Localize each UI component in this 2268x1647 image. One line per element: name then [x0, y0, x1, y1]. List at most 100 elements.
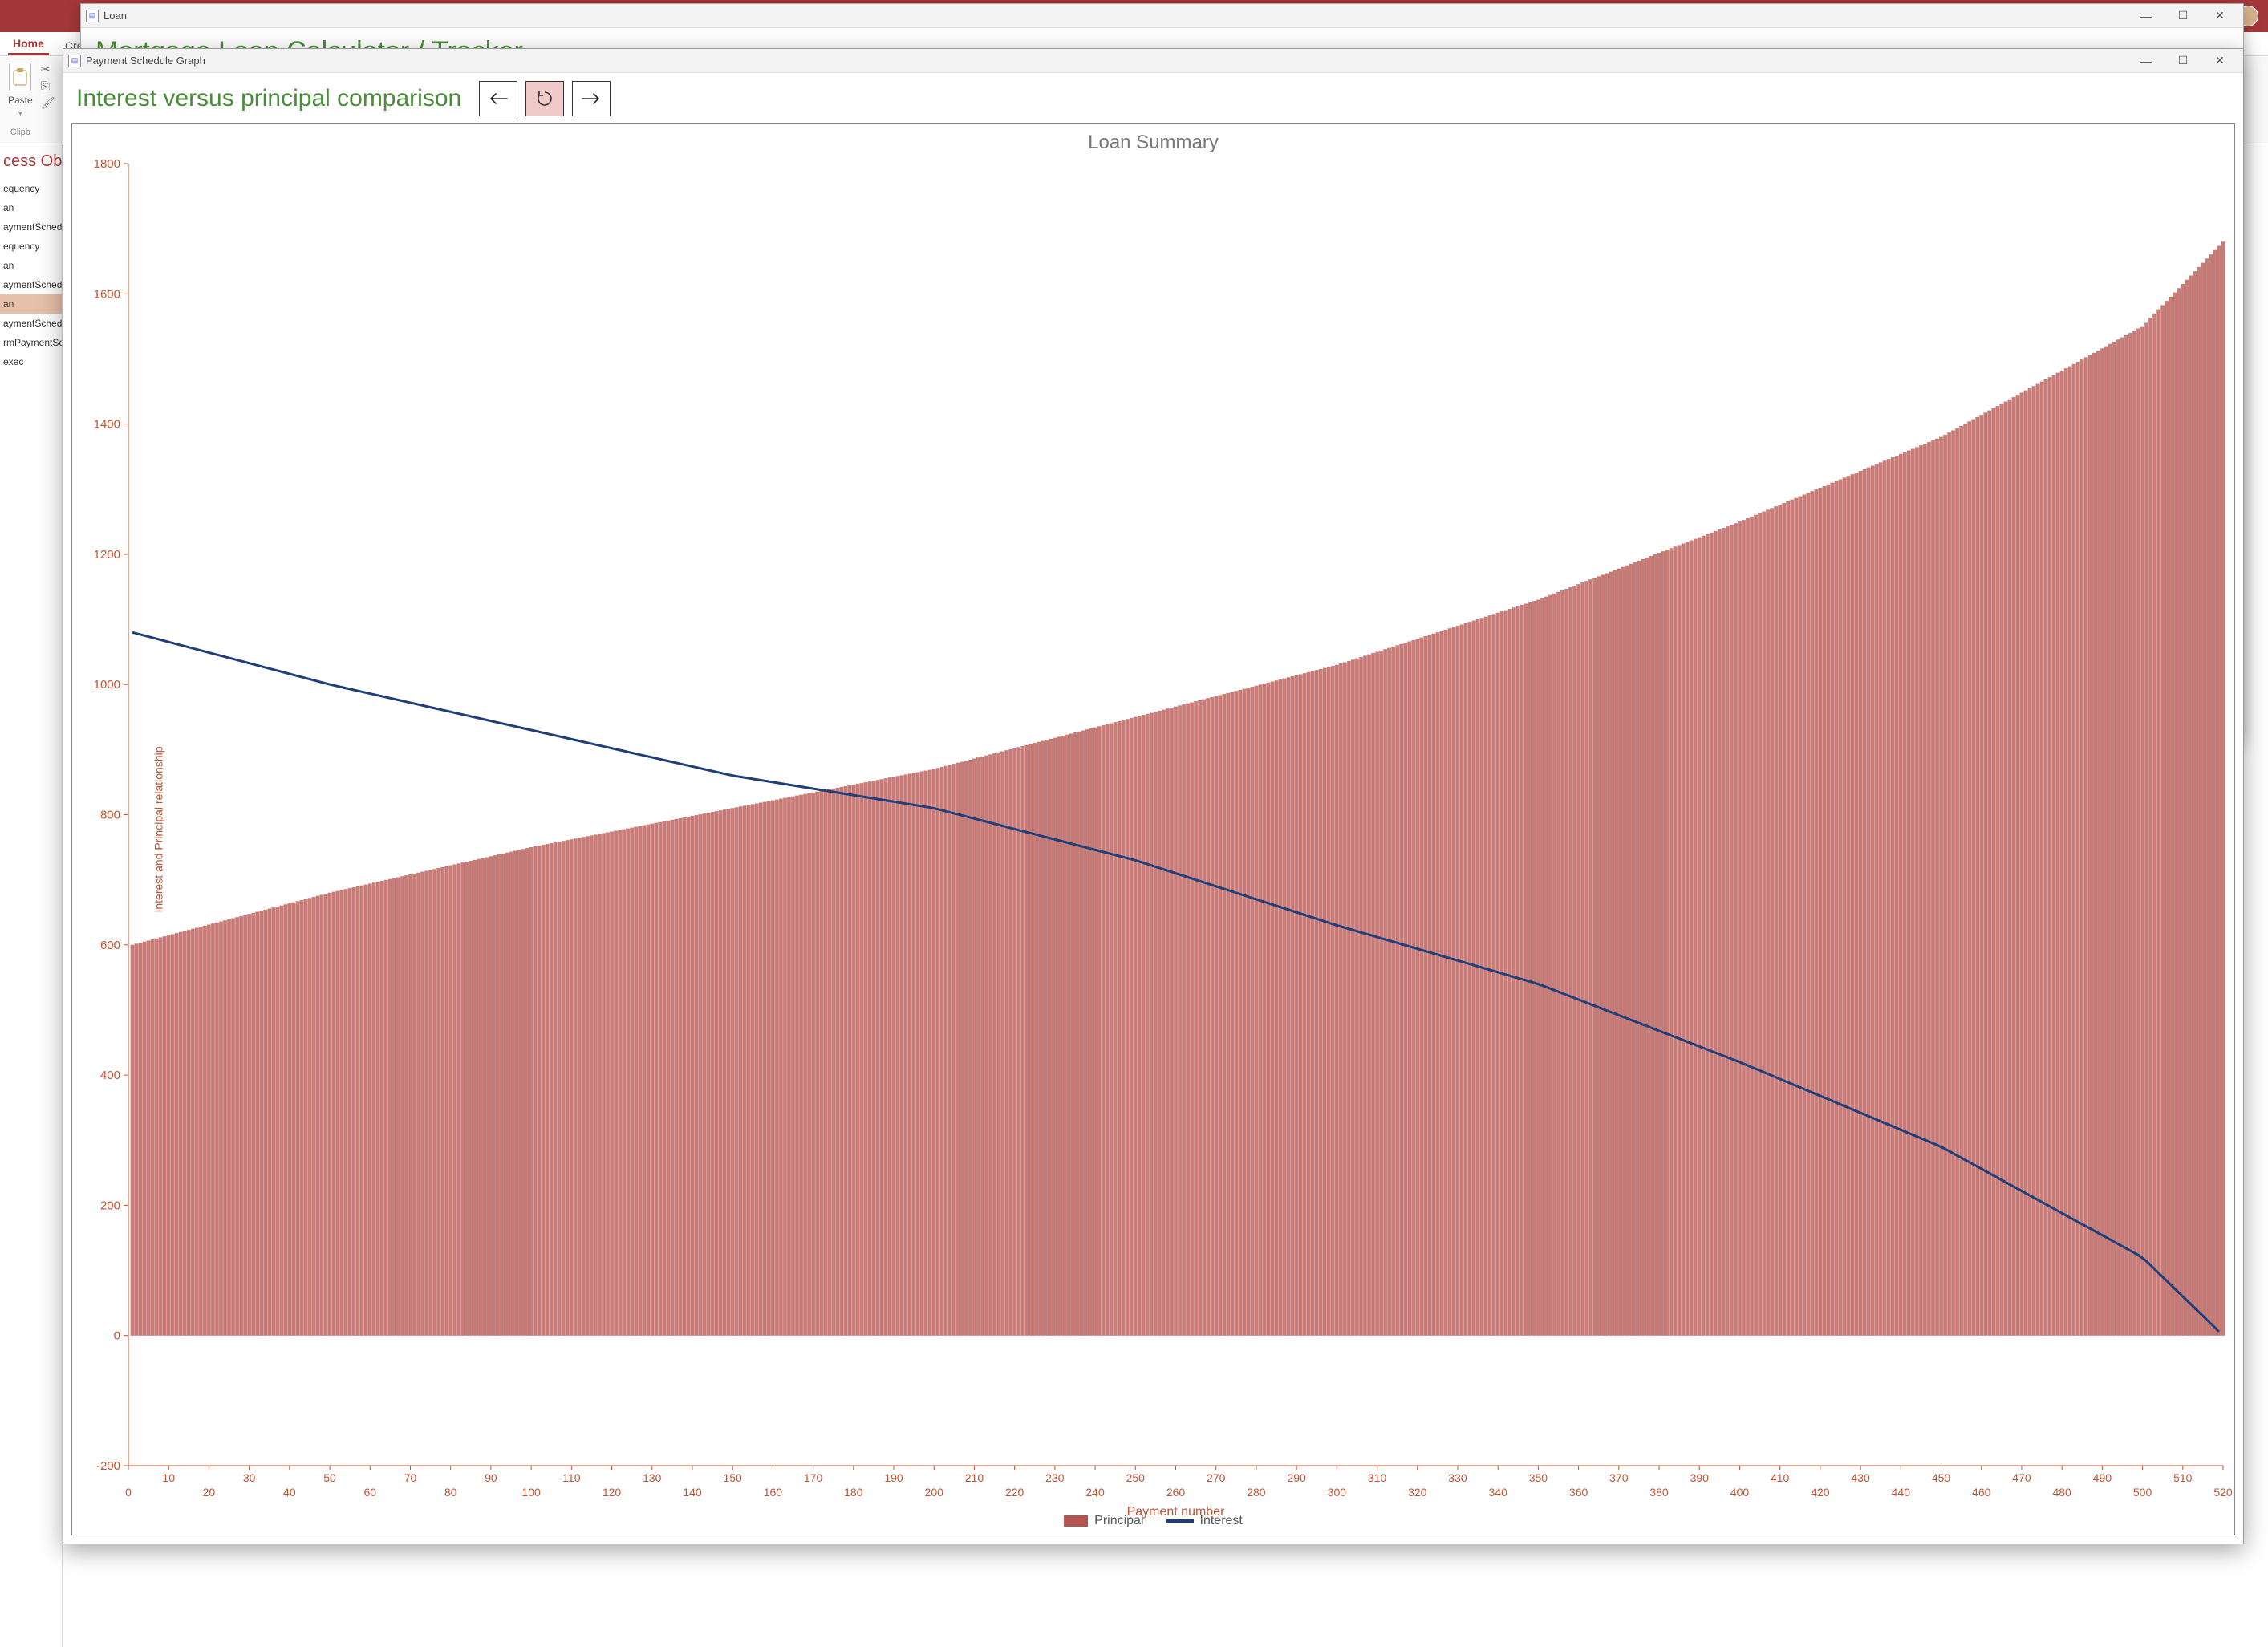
svg-text:170: 170: [804, 1471, 823, 1484]
close-button[interactable]: ✕: [2201, 50, 2238, 72]
maximize-button[interactable]: ☐: [2165, 50, 2201, 72]
svg-text:440: 440: [1892, 1486, 1911, 1499]
svg-text:120: 120: [603, 1486, 622, 1499]
chart-frame: Loan Summary Interest and Principal rela…: [71, 123, 2235, 1535]
svg-text:420: 420: [1811, 1486, 1830, 1499]
svg-text:230: 230: [1045, 1471, 1065, 1484]
svg-text:260: 260: [1166, 1486, 1186, 1499]
svg-text:50: 50: [323, 1471, 336, 1484]
form-icon: ▤: [86, 10, 99, 22]
copy-icon[interactable]: ⎘: [41, 79, 55, 93]
svg-text:290: 290: [1287, 1471, 1306, 1484]
nav-pane-title: cess Ob: [0, 149, 62, 179]
principal-swatch-icon: [1064, 1515, 1088, 1527]
svg-text:70: 70: [404, 1471, 417, 1484]
maximize-button[interactable]: ☐: [2165, 5, 2201, 27]
svg-text:130: 130: [643, 1471, 662, 1484]
format-painter-icon[interactable]: 🖌: [41, 96, 55, 110]
svg-text:520: 520: [2213, 1486, 2233, 1499]
nav-item[interactable]: aymentSchedul: [0, 217, 62, 237]
svg-text:300: 300: [1328, 1486, 1347, 1499]
nav-item[interactable]: exec: [0, 352, 62, 371]
svg-text:480: 480: [2052, 1486, 2071, 1499]
svg-text:400: 400: [1730, 1486, 1750, 1499]
svg-text:160: 160: [764, 1486, 783, 1499]
nav-item[interactable]: rmPaymentSch: [0, 333, 62, 352]
close-button[interactable]: ✕: [2201, 5, 2238, 27]
svg-text:240: 240: [1085, 1486, 1105, 1499]
svg-text:40: 40: [283, 1486, 296, 1499]
nav-item[interactable]: an: [0, 198, 62, 217]
svg-text:350: 350: [1529, 1471, 1548, 1484]
clipboard-label: Clipb: [10, 128, 30, 137]
y-axis-label: Interest and Principal relationship: [152, 746, 165, 912]
svg-text:190: 190: [884, 1471, 903, 1484]
minimize-button[interactable]: —: [2128, 50, 2165, 72]
svg-text:110: 110: [562, 1471, 581, 1484]
svg-text:200: 200: [100, 1199, 120, 1212]
svg-text:100: 100: [521, 1486, 541, 1499]
svg-text:280: 280: [1247, 1486, 1266, 1499]
svg-text:310: 310: [1368, 1471, 1387, 1484]
next-button[interactable]: [572, 81, 611, 116]
loan-window-title: Loan: [103, 10, 127, 22]
nav-item[interactable]: an: [0, 294, 62, 314]
loan-summary-chart: -200020040060080010001200140016001800103…: [72, 159, 2234, 1535]
svg-text:180: 180: [844, 1486, 863, 1499]
svg-text:360: 360: [1569, 1486, 1588, 1499]
navigation-pane: cess Ob equencyanaymentSchedulequencyana…: [0, 144, 63, 1647]
graph-titlebar[interactable]: ▤ Payment Schedule Graph — ☐ ✕: [63, 49, 2243, 73]
svg-text:390: 390: [1690, 1471, 1710, 1484]
refresh-button[interactable]: [525, 81, 564, 116]
svg-text:600: 600: [100, 939, 120, 952]
tab-home[interactable]: Home: [8, 34, 49, 55]
svg-text:200: 200: [925, 1486, 944, 1499]
svg-text:0: 0: [125, 1486, 132, 1499]
svg-text:80: 80: [444, 1486, 457, 1499]
svg-text:400: 400: [100, 1069, 120, 1082]
svg-text:460: 460: [1972, 1486, 1991, 1499]
svg-text:1800: 1800: [94, 159, 120, 171]
graph-header-title: Interest versus principal comparison: [76, 85, 461, 112]
svg-text:320: 320: [1408, 1486, 1427, 1499]
svg-text:270: 270: [1207, 1471, 1226, 1484]
nav-item[interactable]: aymentSchedu: [0, 314, 62, 333]
legend-interest-label: Interest: [1200, 1514, 1243, 1528]
interest-swatch-icon: [1166, 1519, 1194, 1523]
svg-text:330: 330: [1448, 1471, 1467, 1484]
svg-text:340: 340: [1489, 1486, 1508, 1499]
svg-text:510: 510: [2173, 1471, 2193, 1484]
svg-text:-200: -200: [96, 1459, 120, 1473]
svg-text:0: 0: [114, 1329, 120, 1343]
svg-text:370: 370: [1609, 1471, 1629, 1484]
svg-text:60: 60: [363, 1486, 376, 1499]
svg-text:210: 210: [965, 1471, 984, 1484]
clipboard-group: Paste ▾ Clipb: [8, 63, 33, 137]
svg-text:1400: 1400: [94, 418, 120, 432]
legend-interest: Interest: [1166, 1514, 1243, 1528]
loan-titlebar[interactable]: ▤ Loan — ☐ ✕: [81, 4, 2243, 28]
chart-title: Loan Summary: [72, 124, 2234, 159]
chart-legend: Principal Interest: [72, 1514, 2234, 1528]
svg-text:410: 410: [1771, 1471, 1790, 1484]
graph-window-title: Payment Schedule Graph: [86, 55, 205, 67]
svg-text:430: 430: [1851, 1471, 1870, 1484]
paste-label: Paste: [8, 95, 33, 106]
svg-text:220: 220: [1005, 1486, 1024, 1499]
nav-item[interactable]: an: [0, 256, 62, 275]
paste-icon[interactable]: [9, 63, 31, 91]
prev-button[interactable]: [479, 81, 517, 116]
nav-item[interactable]: equency: [0, 237, 62, 256]
svg-text:1000: 1000: [94, 678, 120, 692]
svg-text:20: 20: [203, 1486, 216, 1499]
nav-item[interactable]: aymentSchedul: [0, 275, 62, 294]
nav-item[interactable]: equency: [0, 179, 62, 198]
legend-principal-label: Principal: [1094, 1514, 1143, 1528]
legend-principal: Principal: [1064, 1514, 1143, 1528]
minimize-button[interactable]: —: [2128, 5, 2165, 27]
svg-text:800: 800: [100, 809, 120, 822]
cut-icon[interactable]: ✂: [41, 63, 55, 76]
svg-text:10: 10: [162, 1471, 175, 1484]
svg-text:140: 140: [683, 1486, 702, 1499]
graph-window: ▤ Payment Schedule Graph — ☐ ✕ Interest …: [63, 48, 2244, 1544]
